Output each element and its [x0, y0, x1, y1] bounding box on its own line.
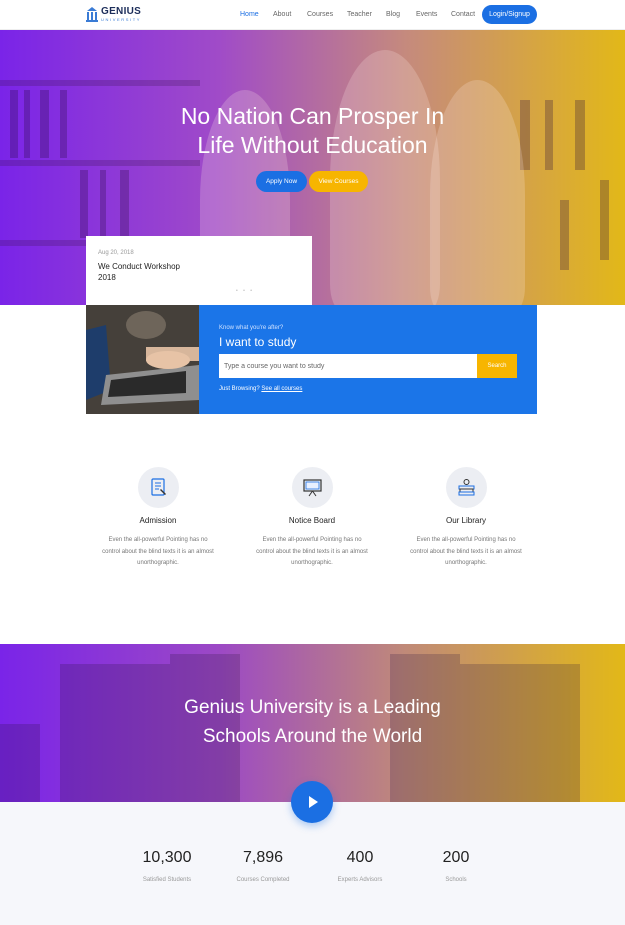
stat-value: 10,300 — [142, 849, 192, 866]
hero-book — [80, 170, 88, 238]
feature-title: Admission — [139, 516, 177, 525]
menu-item-teacher[interactable]: Teacher — [347, 11, 372, 18]
top-navbar: GENIUS UNIVERSITY Home About Courses Tea… — [0, 0, 625, 30]
hero-book — [120, 170, 129, 238]
browse-prefix: Just Browsing? — [219, 386, 260, 392]
news-pager-dots[interactable]: • • • — [236, 288, 254, 294]
browse-text: Just Browsing? See all courses — [219, 386, 302, 392]
see-all-courses-link[interactable]: See all courses — [261, 386, 302, 392]
hero-title-line1: No Nation Can Prosper In — [180, 103, 445, 129]
stat-label: Satisfied Students — [142, 877, 192, 883]
study-search-section: Know what you're after? I want to study … — [86, 305, 537, 414]
stat-label: Experts Advisors — [337, 877, 383, 883]
stat-label: Courses Completed — [236, 877, 290, 883]
hero-book — [600, 180, 609, 260]
hero-title: No Nation Can Prosper In Life Without Ed… — [0, 102, 625, 160]
banner-line2: Schools Around the World — [202, 726, 423, 747]
feature-title: Notice Board — [288, 516, 336, 525]
laptop-image — [86, 305, 199, 414]
study-kicker: Know what you're after? — [219, 325, 284, 331]
feature-desc: Even the all-powerful Pointing has no co… — [410, 537, 522, 566]
logo-name: GENIUS — [101, 5, 142, 17]
banner-line1: Genius University is a Leading — [184, 697, 441, 718]
document-icon — [137, 467, 179, 508]
logo[interactable]: GENIUS UNIVERSITY — [86, 6, 141, 22]
menu-item-events[interactable]: Events — [416, 11, 437, 18]
stat-value: 200 — [442, 849, 470, 866]
hero-shelf — [0, 160, 200, 166]
news-date: Aug 20, 2018 — [98, 250, 134, 256]
stat-students: 10,300 Satisfied Students — [112, 849, 222, 883]
study-panel: Know what you're after? I want to study … — [199, 305, 537, 414]
laptop-illustration — [86, 305, 199, 414]
play-video-button[interactable] — [291, 781, 333, 823]
library-icon — [445, 467, 487, 508]
view-courses-button[interactable]: View Courses — [309, 171, 368, 192]
stat-advisors: 400 Experts Advisors — [305, 849, 415, 883]
menu-item-blog[interactable]: Blog — [386, 11, 400, 18]
board-icon — [291, 467, 333, 508]
feature-library[interactable]: Our Library Even the all-powerful Pointi… — [391, 467, 541, 570]
hero-book — [100, 170, 106, 238]
play-icon — [309, 796, 318, 808]
news-title[interactable]: We Conduct Workshop 2018 — [98, 261, 198, 283]
search-button[interactable]: Search — [477, 354, 517, 378]
news-card[interactable]: Aug 20, 2018 We Conduct Workshop 2018 • … — [86, 236, 312, 305]
login-signup-button[interactable]: Login/Signup — [482, 5, 537, 24]
feature-desc: Even the all-powerful Pointing has no co… — [102, 537, 214, 566]
menu-item-home[interactable]: Home — [240, 11, 259, 18]
menu-item-contact[interactable]: Contact — [451, 11, 475, 18]
feature-desc: Even the all-powerful Pointing has no co… — [256, 537, 368, 566]
study-title: I want to study — [219, 335, 297, 349]
hero-title-line2: Life Without Education — [197, 132, 428, 158]
stat-value: 7,896 — [242, 849, 284, 866]
stat-schools: 200 Schools — [401, 849, 511, 883]
menu-item-about[interactable]: About — [273, 11, 291, 18]
logo-mark-icon — [86, 6, 98, 22]
search-row: Search — [219, 354, 517, 378]
feature-admission[interactable]: Admission Even the all-powerful Pointing… — [83, 467, 233, 570]
banner-section: Genius University is a Leading Schools A… — [0, 644, 625, 802]
apply-now-button[interactable]: Apply Now — [256, 171, 307, 192]
hero-shelf — [0, 80, 200, 86]
logo-sub: UNIVERSITY — [101, 16, 142, 22]
banner-title: Genius University is a Leading Schools A… — [0, 693, 625, 751]
stat-value: 400 — [346, 849, 374, 866]
menu-item-courses[interactable]: Courses — [307, 11, 333, 18]
stat-courses: 7,896 Courses Completed — [208, 849, 318, 883]
course-search-input[interactable] — [219, 354, 477, 378]
feature-notice-board[interactable]: Notice Board Even the all-powerful Point… — [237, 467, 387, 570]
hero-book — [560, 200, 569, 270]
feature-title: Our Library — [445, 516, 486, 525]
stat-label: Schools — [445, 877, 467, 883]
